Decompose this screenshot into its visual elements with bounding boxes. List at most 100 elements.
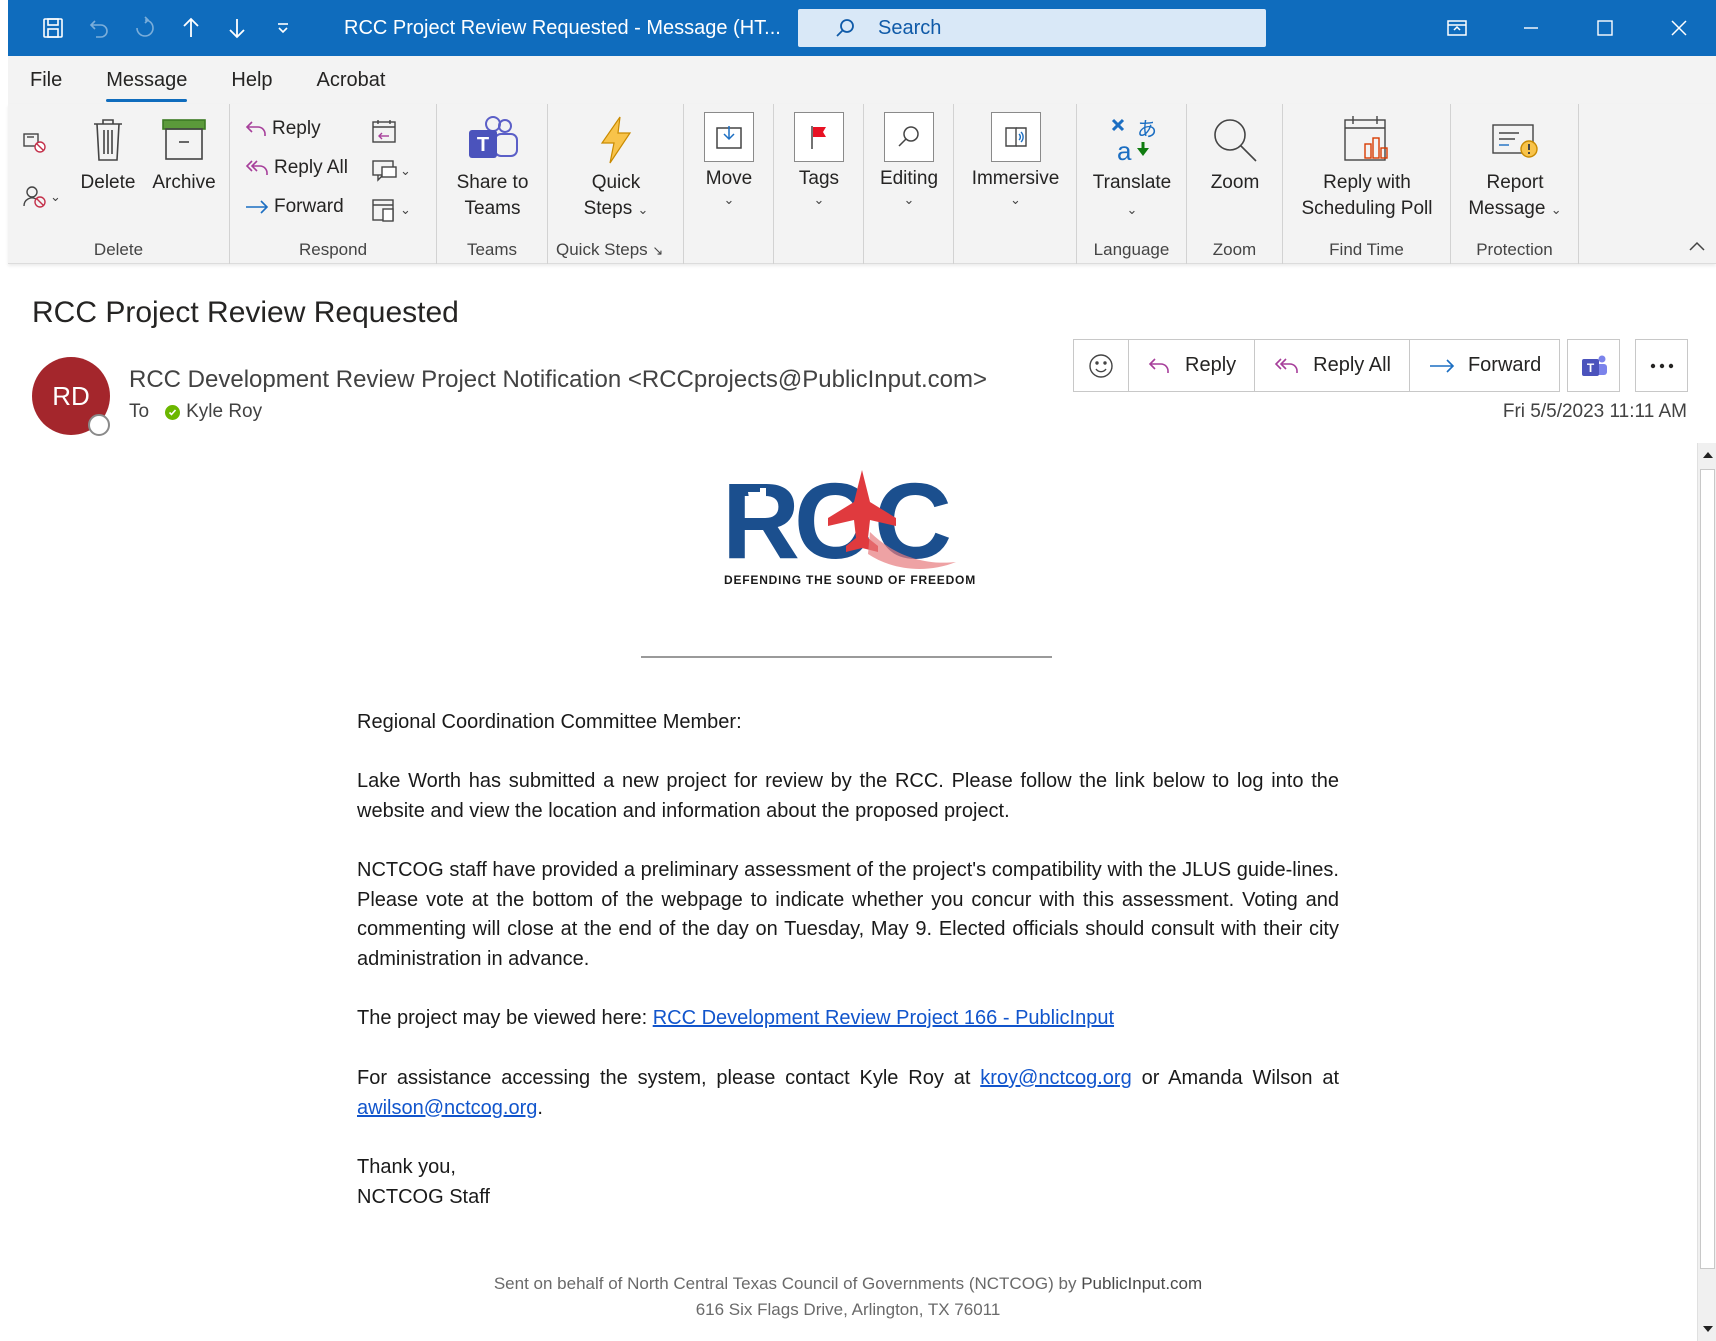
move-button[interactable]: Move ⌄: [684, 112, 774, 208]
save-icon[interactable]: [30, 0, 76, 56]
tab-file[interactable]: File: [30, 63, 62, 98]
recipient-name[interactable]: Kyle Roy: [186, 401, 262, 423]
reply-icon: [245, 121, 266, 136]
tab-acrobat[interactable]: Acrobat: [317, 63, 386, 98]
forward-icon: [1429, 358, 1455, 373]
logo-tagline: DEFENDING THE SOUND OF FREEDOM: [724, 573, 976, 587]
forward-ribbon-button[interactable]: Forward: [244, 196, 344, 218]
language-group-label: Language: [1093, 240, 1170, 259]
tags-group: Tags ⌄: [774, 104, 864, 264]
awilson-email-link[interactable]: awilson@nctcog.org: [357, 1097, 537, 1119]
delete-group-label: Delete: [93, 240, 144, 259]
customize-icon[interactable]: [260, 0, 306, 56]
teams-chat-button[interactable]: T: [1567, 339, 1620, 392]
project-link[interactable]: RCC Development Review Project 166 - Pub…: [653, 1007, 1114, 1029]
search-placeholder: Search: [878, 16, 942, 39]
respond-group: Reply Reply All Forward ⌄ ⌄ Respond: [230, 104, 437, 264]
undo-icon[interactable]: [76, 0, 122, 56]
message-actions: Reply Reply All Forward: [1073, 339, 1561, 392]
tab-message[interactable]: Message: [106, 63, 188, 102]
forward-button[interactable]: Forward: [1410, 340, 1559, 391]
move-group: Move ⌄: [684, 104, 774, 264]
sender[interactable]: RCC Development Review Project Notificat…: [129, 366, 987, 394]
reply-icon: [1148, 357, 1169, 373]
svg-text:T: T: [1586, 361, 1594, 375]
redo-icon[interactable]: [122, 0, 168, 56]
immersive-group: Immersive ⌄: [954, 104, 1077, 264]
immersive-reader-icon: [990, 112, 1041, 162]
archive-label: Archive: [152, 172, 216, 193]
paragraph-1: Lake Worth has submitted a new project f…: [357, 770, 1339, 822]
up-arrow-icon[interactable]: [168, 0, 214, 56]
reply-button[interactable]: Reply: [1129, 340, 1256, 391]
archive-button[interactable]: Archive: [146, 110, 222, 196]
available-check-icon: [165, 404, 181, 420]
collapse-ribbon-icon[interactable]: [1688, 239, 1706, 257]
find-icon: [884, 112, 934, 162]
dialog-launcher-icon[interactable]: ↘: [652, 243, 663, 258]
delete-button[interactable]: Delete: [80, 110, 136, 196]
window-title: RCC Project Review Requested - Message (…: [344, 17, 781, 39]
svg-text:あ: あ: [1137, 117, 1157, 141]
teams-group-label: Teams: [466, 240, 518, 259]
scroll-up-icon[interactable]: [1698, 443, 1716, 467]
scheduling-poll-button[interactable]: Reply with Scheduling Poll: [1283, 110, 1451, 222]
scroll-down-icon[interactable]: [1698, 1317, 1716, 1341]
move-icon: [704, 112, 754, 162]
editing-group: Editing ⌄: [864, 104, 954, 264]
reply-all-button[interactable]: Reply All: [1255, 340, 1410, 391]
protection-group: Report Message ⌄ Protection: [1451, 104, 1579, 264]
paragraph-4: For assistance accessing the system, ple…: [357, 1067, 1339, 1119]
quick-steps-group: Quick Steps ⌄ Quick Steps ↘: [548, 104, 684, 264]
teams-icon: T: [437, 110, 548, 170]
respond-group-label: Respond: [298, 240, 368, 259]
ribbon-display-icon[interactable]: [1420, 0, 1494, 56]
quick-steps-button[interactable]: Quick Steps ⌄: [548, 110, 684, 222]
more-actions-button[interactable]: [1635, 339, 1688, 392]
meeting-reply-icon[interactable]: [370, 118, 400, 151]
archive-icon: [146, 110, 222, 170]
report-message-button[interactable]: Report Message ⌄: [1451, 110, 1579, 222]
more-respond-icon[interactable]: ⌄: [370, 196, 411, 224]
rcc-logo: R C C DEFENDING THE SOUND OF FREEDOM: [720, 460, 980, 592]
editing-button[interactable]: Editing ⌄: [864, 112, 954, 208]
minimize-icon[interactable]: [1494, 0, 1568, 56]
im-reply-icon[interactable]: ⌄: [370, 157, 411, 185]
window-controls: [1420, 0, 1716, 56]
reply-all-ribbon-button[interactable]: Reply All: [244, 157, 348, 179]
down-arrow-icon[interactable]: [214, 0, 260, 56]
smiley-icon: [1089, 353, 1113, 378]
lightning-icon: [548, 110, 684, 170]
emoji-reaction-button[interactable]: [1074, 340, 1129, 391]
translate-button[interactable]: あa Translate ⌄: [1077, 110, 1187, 222]
quick-steps-group-label: Quick Steps ↘: [556, 240, 664, 259]
scrollbar[interactable]: [1697, 443, 1716, 1341]
zoom-group: Zoom Zoom: [1187, 104, 1283, 264]
message-subject: RCC Project Review Requested: [32, 296, 459, 329]
ignore-icon[interactable]: [22, 132, 48, 159]
delete-group: ⌄ Delete Archive Delete: [8, 104, 230, 264]
title-bar: RCC Project Review Requested - Message (…: [8, 0, 1716, 56]
zoom-button[interactable]: Zoom: [1187, 110, 1283, 196]
immersive-button[interactable]: Immersive ⌄: [954, 112, 1077, 208]
share-to-teams-button[interactable]: T Share to Teams: [437, 110, 548, 222]
reply-all-icon: [245, 160, 268, 175]
more-icon: [1650, 363, 1673, 368]
scheduling-poll-icon: [1283, 110, 1451, 170]
search-input[interactable]: Search: [798, 9, 1266, 47]
presence-indicator: [88, 414, 110, 436]
kroy-email-link[interactable]: kroy@nctcog.org: [980, 1067, 1131, 1089]
tags-button[interactable]: Tags ⌄: [774, 112, 864, 208]
tab-help[interactable]: Help: [231, 63, 272, 98]
trash-icon: [80, 110, 136, 170]
to-label: To: [129, 401, 150, 422]
reply-ribbon-button[interactable]: Reply: [244, 118, 321, 140]
maximize-icon[interactable]: [1568, 0, 1642, 56]
close-icon[interactable]: [1642, 0, 1716, 56]
block-sender-icon[interactable]: ⌄: [22, 184, 61, 210]
delete-label: Delete: [80, 172, 136, 193]
scroll-thumb[interactable]: [1700, 469, 1715, 1269]
translate-icon: あa: [1077, 110, 1187, 170]
forward-icon: [246, 200, 269, 214]
svg-text:R: R: [722, 462, 798, 581]
